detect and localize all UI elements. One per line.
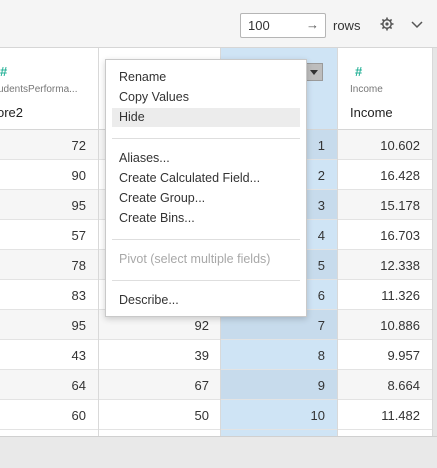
table-cell[interactable]: 15.178 [338, 198, 420, 213]
menu-item-rename[interactable]: Rename [112, 68, 300, 87]
column-name-label[interactable]: ore2 [0, 105, 23, 120]
table-cell[interactable]: 95 [0, 318, 86, 333]
chevron-down-icon[interactable] [410, 17, 424, 31]
menu-separator [112, 239, 300, 240]
table-cell[interactable]: 16.428 [338, 168, 420, 183]
table-cell[interactable]: 43 [0, 348, 86, 363]
table-cell[interactable]: 9.957 [338, 348, 420, 363]
table-cell[interactable]: 9 [221, 378, 325, 393]
table-cell[interactable]: 78 [0, 258, 86, 273]
table-cell[interactable]: 95 [0, 198, 86, 213]
menu-separator [112, 138, 300, 139]
table-cell[interactable]: 11.482 [338, 408, 420, 423]
menu-item-create-calculated-field[interactable]: Create Calculated Field... [112, 169, 300, 188]
table-cell[interactable]: 10.886 [338, 318, 420, 333]
column-divider [98, 48, 99, 436]
table-cell[interactable]: 57 [0, 228, 86, 243]
table-cell[interactable]: 8 [221, 348, 325, 363]
number-type-icon: # [355, 64, 363, 79]
menu-item-create-group[interactable]: Create Group... [112, 189, 300, 208]
column-divider [337, 48, 338, 436]
table-cell[interactable]: 8.664 [338, 378, 420, 393]
vertical-scrollbar[interactable] [433, 48, 437, 436]
gear-icon[interactable] [380, 17, 394, 31]
number-type-icon: # [0, 64, 8, 79]
menu-item-hide[interactable]: Hide [112, 108, 300, 127]
rows-count-input[interactable]: 100 → [240, 13, 326, 38]
column-menu-dropdown-button[interactable] [305, 63, 323, 81]
menu-item-copy-values[interactable]: Copy Values [112, 88, 300, 107]
table-cell[interactable]: 12.338 [338, 258, 420, 273]
toolbar: 100 → rows [0, 0, 437, 48]
rows-label: rows [333, 18, 361, 33]
table-cell[interactable]: 10.602 [338, 138, 420, 153]
menu-item-create-bins[interactable]: Create Bins... [112, 209, 300, 228]
column-context-menu: Rename Copy Values Hide Aliases... Creat… [105, 59, 307, 317]
apply-arrow-icon[interactable]: → [306, 17, 319, 32]
table-cell[interactable]: 72 [0, 138, 86, 153]
rows-count-value[interactable]: 100 [248, 18, 270, 33]
table-row: 64 67 9 8.664 [0, 370, 437, 400]
table-cell[interactable]: 50 [99, 408, 209, 423]
table-cell[interactable]: 92 [99, 318, 209, 333]
column-source-label: udentsPerforma... [0, 84, 78, 95]
horizontal-scrollbar[interactable] [0, 436, 437, 468]
column-source-label: Income [350, 84, 383, 95]
table-cell[interactable]: 39 [99, 348, 209, 363]
table-cell[interactable]: 83 [0, 288, 86, 303]
table-cell[interactable]: 7 [221, 318, 325, 333]
table-cell[interactable]: 10 [221, 408, 325, 423]
table-cell[interactable]: 11.326 [338, 288, 420, 303]
column-name-label[interactable]: Income [350, 105, 393, 120]
menu-item-pivot: Pivot (select multiple fields) [119, 252, 271, 266]
table-cell[interactable]: 60 [0, 408, 86, 423]
table-cell[interactable]: 67 [99, 378, 209, 393]
table-cell[interactable]: 90 [0, 168, 86, 183]
menu-item-describe[interactable]: Describe... [112, 291, 300, 310]
table-row: 60 50 10 11.482 [0, 400, 437, 430]
table-row: 43 39 8 9.957 [0, 340, 437, 370]
table-cell[interactable]: 64 [0, 378, 86, 393]
menu-separator [112, 280, 300, 281]
menu-item-aliases[interactable]: Aliases... [112, 149, 300, 168]
table-cell[interactable]: 16.703 [338, 228, 420, 243]
